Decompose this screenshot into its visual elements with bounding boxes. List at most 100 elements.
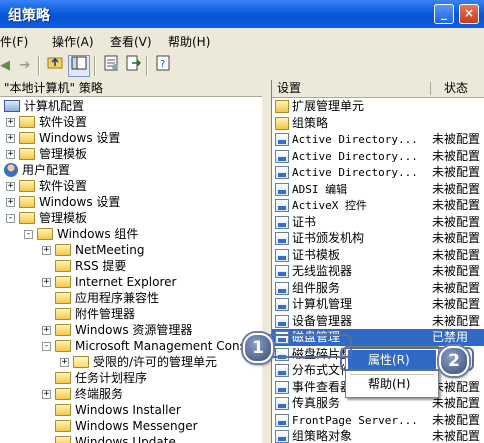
setting-name: 证书颁发机构	[292, 231, 365, 245]
policy-setting-icon	[275, 133, 289, 146]
toolbar-separator	[94, 56, 96, 76]
expand-icon[interactable]: +	[6, 149, 15, 159]
list-item[interactable]: 设备管理器 未被配置	[272, 313, 484, 330]
folder-icon	[55, 324, 71, 336]
minimize-button[interactable]: _	[434, 4, 454, 24]
policy-setting-icon	[275, 265, 289, 278]
collapse-icon[interactable]: -	[42, 341, 51, 351]
list-item[interactable]: 计算机管理 未被配置	[272, 296, 484, 313]
tree-item-software-settings[interactable]: + 软件设置	[6, 114, 87, 130]
close-button[interactable]: ×	[459, 4, 479, 24]
list-item[interactable]: 证书颁发机构 未被配置	[272, 230, 484, 247]
menu-file[interactable]: 文件(F)	[0, 33, 28, 50]
expand-icon[interactable]: +	[6, 117, 15, 127]
expand-icon[interactable]: +	[42, 245, 51, 255]
export-icon[interactable]	[122, 55, 144, 77]
tree-item-attachment-manager[interactable]: 附件管理器	[55, 306, 135, 322]
policy-setting-icon	[275, 232, 289, 245]
tree-item-windows-explorer[interactable]: + Windows 资源管理器	[42, 322, 192, 338]
folder-icon	[55, 308, 71, 320]
column-header-setting[interactable]: 设置	[277, 80, 301, 97]
computer-icon	[4, 100, 20, 112]
tree-pane[interactable]: "本地计算机" 策略 计算机配置 + 软件设置 + Windows 设置 + 管…	[0, 80, 263, 443]
pane-splitter[interactable]	[262, 80, 271, 443]
setting-state: 未被配置	[432, 280, 481, 295]
setting-state: 未被配置	[432, 429, 481, 443]
tree-item-windows-installer[interactable]: Windows Installer	[55, 402, 181, 418]
forward-icon[interactable]: ➔	[14, 55, 36, 77]
policy-setting-icon	[275, 413, 289, 427]
tree-item-admin-templates[interactable]: + 管理模板	[6, 146, 87, 162]
list-item[interactable]: 组策略对象 未被配置	[272, 428, 484, 443]
tree-item-task-scheduler[interactable]: 任务计划程序	[55, 370, 147, 386]
up-folder-icon[interactable]	[44, 55, 66, 77]
list-item[interactable]: 组策略	[272, 115, 484, 132]
collapse-icon[interactable]: -	[6, 213, 15, 223]
tree-item-mmc[interactable]: - Microsoft Management Console	[42, 338, 262, 354]
setting-state: 未被配置	[432, 247, 481, 262]
folder-icon	[55, 340, 71, 352]
setting-name: 计算机管理	[292, 297, 353, 311]
tree-item-computer-config[interactable]: 计算机配置	[4, 98, 84, 114]
tree-item-rss[interactable]: RSS 提要	[55, 258, 126, 274]
properties-icon[interactable]	[100, 55, 122, 77]
expand-icon[interactable]: +	[6, 133, 15, 143]
tree-item-user-software-settings[interactable]: + 软件设置	[6, 178, 87, 194]
expand-icon[interactable]: +	[42, 325, 51, 335]
menu-action[interactable]: 操作(A)	[52, 33, 94, 50]
tree-item-user-admin-templates[interactable]: - 管理模板	[6, 210, 87, 226]
policy-setting-icon	[275, 281, 289, 295]
collapse-icon[interactable]: -	[24, 229, 33, 239]
list-item[interactable]: 证书模板 未被配置	[272, 247, 484, 264]
policy-setting-icon	[275, 215, 289, 229]
expand-icon[interactable]: +	[6, 181, 15, 191]
setting-name: 组件服务	[292, 280, 341, 295]
list-item[interactable]: 扩展管理单元	[272, 98, 484, 115]
policy-setting-icon	[275, 314, 289, 328]
tree-item-user-windows-settings[interactable]: + Windows 设置	[6, 194, 120, 210]
context-menu-help[interactable]: 帮助(H)	[348, 374, 436, 394]
expand-icon[interactable]: +	[42, 389, 51, 399]
tree-item-internet-explorer[interactable]: + Internet Explorer	[42, 274, 176, 290]
setting-state: 未被配置	[432, 412, 481, 427]
list-item[interactable]: ActiveX 控件 未被配置	[272, 197, 484, 214]
list-item[interactable]: Active Directory... 未被配置	[272, 164, 484, 181]
list-item[interactable]: 证书 未被配置	[272, 214, 484, 231]
list-item[interactable]: Active Directory... 未被配置	[272, 148, 484, 165]
expand-icon[interactable]: +	[60, 357, 69, 367]
setting-state: 未被配置	[432, 297, 481, 311]
column-header-state[interactable]: 状态	[444, 80, 468, 97]
folder-icon	[55, 276, 71, 288]
callout-badge-1: 1	[243, 333, 273, 363]
list-item[interactable]: Active Directory... 未被配置	[272, 131, 484, 148]
help-icon[interactable]: ?	[152, 55, 174, 77]
setting-name: 无线监视器	[292, 264, 353, 278]
menu-view[interactable]: 查看(V)	[110, 33, 152, 50]
column-divider[interactable]	[430, 82, 431, 95]
tree-item-user-config[interactable]: 用户配置	[4, 162, 70, 178]
list-item[interactable]: 无线监视器 未被配置	[272, 263, 484, 280]
tree-item-netmeeting[interactable]: + NetMeeting	[42, 242, 144, 258]
tree-item-windows-update[interactable]: Windows Update	[55, 434, 176, 443]
policy-setting-icon	[275, 166, 289, 179]
expand-icon[interactable]: +	[6, 197, 15, 207]
list-header: 设置 状态	[272, 80, 484, 98]
tree-header-label: "本地计算机" 策略	[4, 81, 103, 95]
tree-item-restricted-snapins[interactable]: + 受限的/许可的管理单元	[60, 354, 217, 370]
expand-icon[interactable]: +	[42, 277, 51, 287]
tree-item-windows-components[interactable]: - Windows 组件	[24, 226, 138, 242]
tree-item-windows-messenger[interactable]: Windows Messenger	[55, 418, 198, 434]
tree-item-app-compat[interactable]: 应用程序兼容性	[55, 290, 159, 306]
title-bar[interactable]: 组策略 _ ×	[0, 0, 484, 28]
folder-icon	[55, 244, 71, 256]
tree-item-windows-settings[interactable]: + Windows 设置	[6, 130, 120, 146]
tree-item-terminal-services[interactable]: + 终端服务	[42, 386, 123, 402]
list-item[interactable]: ADSI 编辑 未被配置	[272, 181, 484, 198]
show-hide-tree-icon[interactable]	[68, 55, 90, 77]
folder-icon	[275, 116, 289, 130]
toolbar-separator	[38, 56, 40, 76]
folder-icon	[19, 148, 35, 160]
menu-help[interactable]: 帮助(H)	[168, 33, 210, 50]
list-item[interactable]: 组件服务 未被配置	[272, 280, 484, 297]
list-item[interactable]: FrontPage Server... 未被配置	[272, 412, 484, 429]
